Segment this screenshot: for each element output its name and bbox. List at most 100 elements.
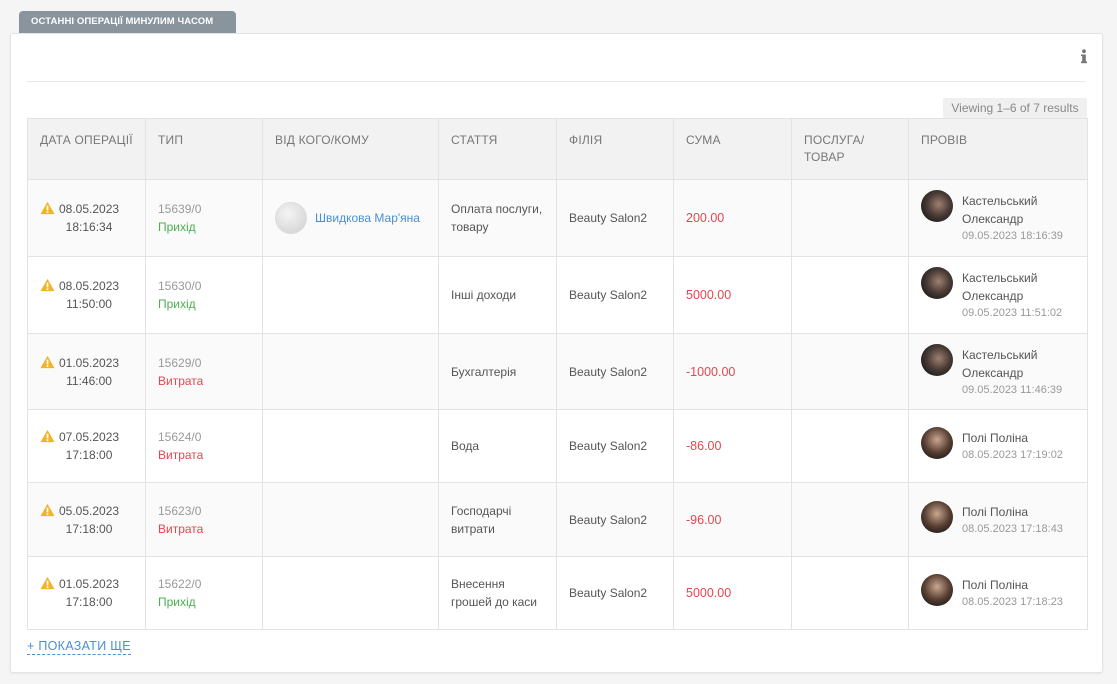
type-cell: 15629/0 Витрата xyxy=(145,333,263,410)
counterparty-link[interactable]: Швидкова Мар'яна xyxy=(315,209,420,227)
service-cell xyxy=(791,556,909,630)
type-cell: 15623/0 Витрата xyxy=(145,482,263,557)
operation-number: 15624/0 xyxy=(158,430,202,444)
date-cell: 01.05.2023 17:18:00 xyxy=(27,556,146,630)
staff-cell: Кастельський Олександр 09.05.2023 11:51:… xyxy=(908,256,1088,334)
warning-icon xyxy=(40,355,55,368)
article-cell: Господарчі витрати xyxy=(438,482,557,557)
header-divider xyxy=(27,81,1086,82)
column-header-date[interactable]: ДАТА ОПЕРАЦІЇ xyxy=(27,118,146,180)
staff-name[interactable]: Кастельський Олександр xyxy=(962,192,1075,228)
article-cell: Вода xyxy=(438,409,557,483)
recent-operations-panel: Viewing 1–6 of 7 results ДАТА ОПЕРАЦІЇ Т… xyxy=(10,33,1103,673)
column-header-article[interactable]: СТАТТЯ xyxy=(438,118,557,180)
staff-cell: Кастельський Олександр 09.05.2023 18:16:… xyxy=(908,179,1088,257)
warning-icon xyxy=(40,278,55,292)
amount-cell: -1000.00 xyxy=(673,333,792,410)
table-row[interactable]: 05.05.2023 17:18:00 15623/0 Витрата Госп… xyxy=(27,482,1088,557)
article-cell: Оплата послуги, товару xyxy=(438,179,557,257)
operation-type: Витрата xyxy=(158,521,204,536)
staff-avatar xyxy=(921,500,953,533)
service-cell xyxy=(791,333,909,410)
warning-icon xyxy=(40,576,55,590)
branch-cell: Beauty Salon2 xyxy=(556,409,674,483)
amount-cell: 5000.00 xyxy=(673,556,792,630)
date-cell: 07.05.2023 17:18:00 xyxy=(27,409,146,483)
column-header-counterparty[interactable]: ВІД КОГО/КОМУ xyxy=(262,118,439,180)
table-row[interactable]: 08.05.2023 18:16:34 15639/0 Прихід Швидк… xyxy=(27,179,1088,257)
operation-number: 15639/0 xyxy=(158,202,202,216)
counterparty-cell: Швидкова Мар'яна xyxy=(262,179,439,257)
results-summary: Viewing 1–6 of 7 results xyxy=(943,98,1087,119)
date-cell: 01.05.2023 11:46:00 xyxy=(27,333,146,410)
service-cell xyxy=(791,179,909,257)
type-cell: 15630/0 Прихід xyxy=(145,256,263,334)
column-header-branch[interactable]: ФІЛІЯ xyxy=(556,118,674,180)
date-cell: 08.05.2023 11:50:00 xyxy=(27,256,146,334)
service-cell xyxy=(791,482,909,557)
staff-timestamp: 09.05.2023 11:46:39 xyxy=(962,383,1063,396)
date-cell: 08.05.2023 18:16:34 xyxy=(27,179,146,257)
operation-number: 15622/0 xyxy=(158,577,202,591)
staff-avatar xyxy=(921,343,953,376)
counterparty-cell xyxy=(262,256,439,334)
staff-cell: Полі Поліна 08.05.2023 17:19:02 xyxy=(908,409,1088,483)
staff-timestamp: 08.05.2023 17:19:02 xyxy=(962,449,1063,461)
staff-avatar xyxy=(921,574,953,606)
table-row[interactable]: 01.05.2023 11:46:00 15629/0 Витрата Бухг… xyxy=(27,333,1088,410)
staff-timestamp: 09.05.2023 11:51:02 xyxy=(962,307,1063,319)
staff-timestamp: 09.05.2023 18:16:39 xyxy=(962,230,1063,242)
type-cell: 15624/0 Витрата xyxy=(145,409,263,483)
amount-cell: -96.00 xyxy=(673,482,792,557)
table-row[interactable]: 08.05.2023 11:50:00 15630/0 Прихід Інші … xyxy=(27,256,1088,334)
operation-date: 07.05.2023 xyxy=(59,430,120,444)
article-cell: Внесення грошей до каси xyxy=(438,556,557,630)
type-cell: 15639/0 Прихід xyxy=(145,179,263,257)
staff-avatar xyxy=(921,190,953,222)
staff-name[interactable]: Кастельський Олександр xyxy=(962,269,1075,305)
operation-time: 17:18:00 xyxy=(65,521,113,536)
operation-type: Витрата xyxy=(158,448,204,462)
staff-name[interactable]: Полі Поліна xyxy=(962,429,1063,447)
operations-table: ДАТА ОПЕРАЦІЇ ТИП ВІД КОГО/КОМУ СТАТТЯ Ф… xyxy=(27,118,1088,630)
operation-date: 05.05.2023 xyxy=(59,503,120,518)
panel-tab-title: ОСТАННІ ОПЕРАЦІЇ МИНУЛИМ ЧАСОМ xyxy=(19,11,236,33)
article-cell: Бухгалтерія xyxy=(438,333,557,410)
column-header-amount[interactable]: СУМА xyxy=(673,118,792,180)
operation-date: 01.05.2023 xyxy=(59,577,120,591)
operation-time: 17:18:00 xyxy=(65,595,113,609)
branch-cell: Beauty Salon2 xyxy=(556,333,674,410)
service-cell xyxy=(791,256,909,334)
amount-cell: -86.00 xyxy=(673,409,792,483)
staff-cell: Полі Поліна 08.05.2023 17:18:23 xyxy=(908,556,1088,630)
branch-cell: Beauty Salon2 xyxy=(556,556,674,630)
operation-date: 08.05.2023 xyxy=(59,279,120,293)
operation-number: 15623/0 xyxy=(158,503,202,518)
operation-number: 15630/0 xyxy=(158,279,202,293)
column-header-staff[interactable]: ПРОВІВ xyxy=(908,118,1088,180)
operation-number: 15629/0 xyxy=(158,355,202,370)
operation-date: 08.05.2023 xyxy=(59,202,120,216)
operation-date: 01.05.2023 xyxy=(59,355,120,370)
operation-type: Прихід xyxy=(158,297,196,311)
staff-name[interactable]: Полі Поліна xyxy=(962,503,1063,521)
operation-time: 17:18:00 xyxy=(65,448,113,462)
table-row[interactable]: 01.05.2023 17:18:00 15622/0 Прихід Внесе… xyxy=(27,556,1088,630)
staff-cell: Кастельський Олександр 09.05.2023 11:46:… xyxy=(908,333,1088,410)
counterparty-cell xyxy=(262,409,439,483)
column-header-service[interactable]: ПОСЛУГА/ ТОВАР xyxy=(791,118,909,180)
branch-cell: Beauty Salon2 xyxy=(556,482,674,557)
column-header-type[interactable]: ТИП xyxy=(145,118,263,180)
date-cell: 05.05.2023 17:18:00 xyxy=(27,482,146,557)
staff-name[interactable]: Кастельський Олександр xyxy=(962,346,1075,382)
staff-avatar xyxy=(921,427,953,459)
amount-cell: 200.00 xyxy=(673,179,792,257)
staff-cell: Полі Поліна 08.05.2023 17:18:43 xyxy=(908,482,1088,557)
info-icon[interactable] xyxy=(1080,49,1088,65)
warning-icon xyxy=(40,429,55,443)
show-more-link[interactable]: + ПОКАЗАТИ ЩЕ xyxy=(27,639,131,655)
staff-name[interactable]: Полі Поліна xyxy=(962,576,1063,594)
branch-cell: Beauty Salon2 xyxy=(556,256,674,334)
table-row[interactable]: 07.05.2023 17:18:00 15624/0 Витрата Вода… xyxy=(27,409,1088,483)
staff-timestamp: 08.05.2023 17:18:23 xyxy=(962,596,1063,608)
